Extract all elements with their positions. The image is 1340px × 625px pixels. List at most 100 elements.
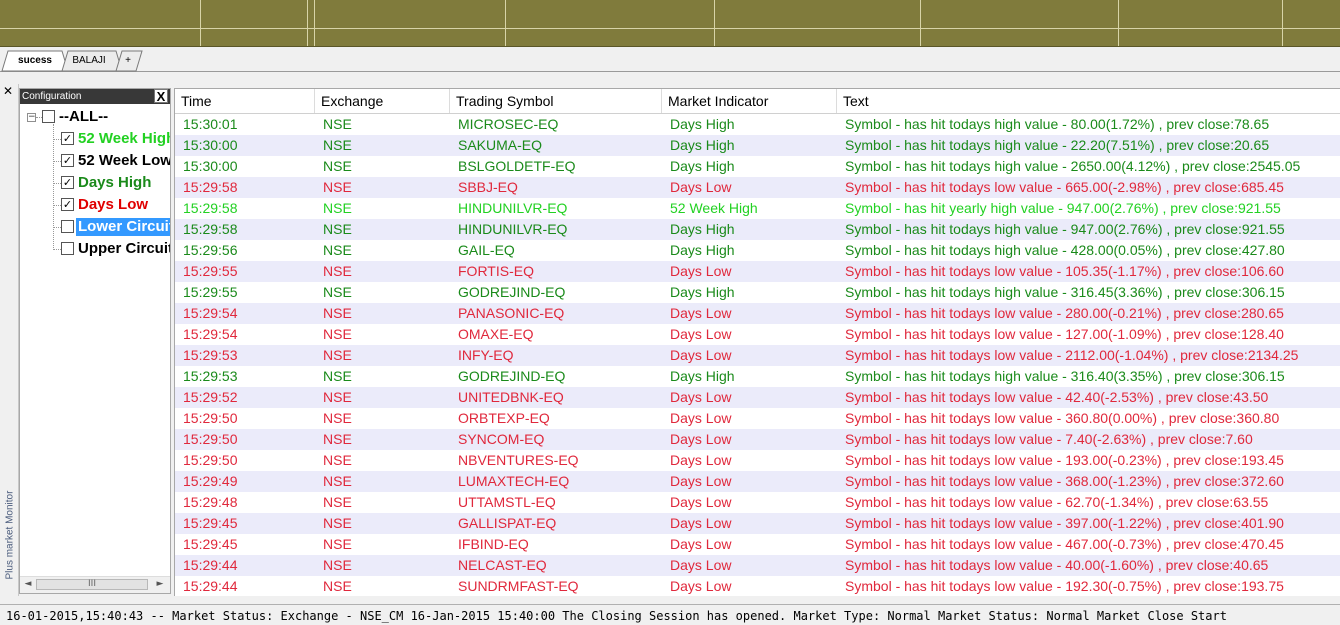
cell-exchange: NSE: [323, 557, 352, 573]
cell-trading-symbol: UTTAMSTL-EQ: [458, 494, 556, 510]
cell-market-indicator: Days Low: [670, 179, 732, 195]
table-row[interactable]: 15:29:52 NSE UNITEDBNK-EQ Days Low Symbol - …: [175, 387, 1340, 408]
table-row[interactable]: 15:29:58 NSE HINDUNILVR-EQ Days High Symbol …: [175, 219, 1340, 240]
column-header-time[interactable]: Time: [175, 89, 315, 113]
table-row[interactable]: 15:29:48 NSE UTTAMSTL-EQ Days Low Symbol - h…: [175, 492, 1340, 513]
tab-sucess[interactable]: sucess: [10, 50, 60, 71]
checkbox-upper-circuit[interactable]: [61, 242, 74, 255]
cell-trading-symbol: IFBIND-EQ: [458, 536, 529, 552]
table-row[interactable]: 15:29:54 NSE OMAXE-EQ Days Low Symbol - has …: [175, 324, 1340, 345]
cell-text: Symbol - has hit todays low value - 62.7…: [845, 494, 1269, 510]
configuration-horizontal-scrollbar[interactable]: ◄ III ►: [20, 576, 170, 593]
table-row[interactable]: 15:29:45 NSE IFBIND-EQ Days Low Symbol - has…: [175, 534, 1340, 555]
cell-text: Symbol - has hit todays low value - 368.…: [845, 473, 1284, 489]
cell-time: 15:29:58: [183, 221, 238, 237]
table-row[interactable]: 15:29:50 NSE ORBTEXP-EQ Days Low Symbol - ha…: [175, 408, 1340, 429]
table-row[interactable]: 15:29:53 NSE GODREJIND-EQ Days High Symbol -…: [175, 366, 1340, 387]
tree-connector: [53, 161, 61, 162]
tree-root-all[interactable]: − --ALL--: [20, 107, 170, 127]
top-grid-col-divider: [1282, 0, 1283, 46]
cell-text: Symbol - has hit todays high value - 22.…: [845, 137, 1270, 153]
top-grid-col-divider: [714, 0, 715, 46]
cell-time: 15:29:56: [183, 242, 238, 258]
tree-connector: [53, 183, 61, 184]
table-row[interactable]: 15:29:55 NSE FORTIS-EQ Days Low Symbol - has…: [175, 261, 1340, 282]
plus-market-monitor-tab[interactable]: Plus market Monitor: [5, 480, 16, 580]
label-52-week-low: 52 Week Low: [78, 152, 171, 169]
all-checkbox[interactable]: [42, 110, 55, 123]
cell-time: 15:29:58: [183, 200, 238, 216]
cell-trading-symbol: FORTIS-EQ: [458, 263, 534, 279]
configuration-close-button[interactable]: X: [154, 89, 168, 103]
cell-trading-symbol: MICROSEC-EQ: [458, 116, 559, 132]
cell-exchange: NSE: [323, 389, 352, 405]
filter-52-week-low[interactable]: ✓ 52 Week Low: [20, 151, 171, 171]
table-row[interactable]: 15:29:44 NSE NELCAST-EQ Days Low Symbol - ha…: [175, 555, 1340, 576]
table-row[interactable]: 15:29:50 NSE NBVENTURES-EQ Days Low Symbol -…: [175, 450, 1340, 471]
table-row[interactable]: 15:29:54 NSE PANASONIC-EQ Days Low Symbol - …: [175, 303, 1340, 324]
cell-text: Symbol - has hit todays high value - 316…: [845, 284, 1285, 300]
cell-exchange: NSE: [323, 326, 352, 342]
cell-time: 15:30:01: [183, 116, 238, 132]
filter-lower-circuit[interactable]: Lower Circuit: [20, 217, 170, 237]
cell-market-indicator: Days Low: [670, 263, 732, 279]
collapse-icon[interactable]: −: [27, 113, 36, 122]
label-days-high: Days High: [78, 174, 152, 191]
table-row[interactable]: 15:29:49 NSE LUMAXTECH-EQ Days Low Symbol - …: [175, 471, 1340, 492]
all-label: --ALL--: [59, 108, 109, 125]
cell-market-indicator: 52 Week High: [670, 200, 758, 216]
cell-text: Symbol - has hit todays low value - 360.…: [845, 410, 1280, 426]
table-row[interactable]: 15:29:45 NSE GALLISPAT-EQ Days Low Symbol - …: [175, 513, 1340, 534]
cell-time: 15:29:45: [183, 515, 238, 531]
filter-52-week-high[interactable]: ✓ 52 Week High: [20, 129, 170, 149]
table-row[interactable]: 15:29:50 NSE SYNCOM-EQ Days Low Symbol - has…: [175, 429, 1340, 450]
cell-exchange: NSE: [323, 263, 352, 279]
cell-exchange: NSE: [323, 368, 352, 384]
filter-days-high[interactable]: ✓ Days High: [20, 173, 170, 193]
tree-connector: [53, 227, 61, 228]
column-header-trading-symbol[interactable]: Trading Symbol: [450, 89, 662, 113]
cell-market-indicator: Days High: [670, 137, 735, 153]
dock-close-icon[interactable]: ✕: [3, 84, 13, 98]
cell-time: 15:29:50: [183, 431, 238, 447]
checkbox-52-week-low[interactable]: ✓: [61, 154, 74, 167]
table-row[interactable]: 15:30:00 NSE BSLGOLDETF-EQ Days High Symbol …: [175, 156, 1340, 177]
scroll-right-icon[interactable]: ►: [154, 579, 166, 589]
market-monitor-grid[interactable]: Time Exchange Trading Symbol Market Indi…: [174, 88, 1340, 596]
table-row[interactable]: 15:29:55 NSE GODREJIND-EQ Days High Symbol -…: [175, 282, 1340, 303]
checkbox-52-week-high[interactable]: ✓: [61, 132, 74, 145]
scroll-left-icon[interactable]: ◄: [22, 579, 34, 589]
table-row[interactable]: 15:29:44 NSE SUNDRMFAST-EQ Days Low Symbol -…: [175, 576, 1340, 596]
cell-time: 15:29:58: [183, 179, 238, 195]
column-header-exchange[interactable]: Exchange: [315, 89, 450, 113]
cell-time: 15:29:44: [183, 578, 238, 594]
cell-exchange: NSE: [323, 473, 352, 489]
top-watch-grid[interactable]: [0, 0, 1340, 47]
top-grid-col-divider: [505, 0, 506, 46]
table-row[interactable]: 15:29:58 NSE SBBJ-EQ Days Low Symbol - has h…: [175, 177, 1340, 198]
cell-trading-symbol: GODREJIND-EQ: [458, 368, 566, 384]
table-row[interactable]: 15:30:00 NSE SAKUMA-EQ Days High Symbol - ha…: [175, 135, 1340, 156]
cell-trading-symbol: HINDUNILVR-EQ: [458, 200, 568, 216]
add-tab-button[interactable]: +: [121, 50, 135, 71]
cell-exchange: NSE: [323, 410, 352, 426]
table-row[interactable]: 15:29:56 NSE GAIL-EQ Days High Symbol - has …: [175, 240, 1340, 261]
checkbox-days-high[interactable]: ✓: [61, 176, 74, 189]
workspace-tab-bar: sucess BALAJI +: [0, 47, 1340, 73]
column-header-market-indicator[interactable]: Market Indicator: [662, 89, 837, 113]
table-row[interactable]: 15:29:58 NSE HINDUNILVR-EQ 52 Week High Symb…: [175, 198, 1340, 219]
cell-text: Symbol - has hit todays low value - 665.…: [845, 179, 1284, 195]
table-row[interactable]: 15:29:53 NSE INFY-EQ Days Low Symbol - has h…: [175, 345, 1340, 366]
filter-days-low[interactable]: ✓ Days Low: [20, 195, 170, 215]
checkbox-days-low[interactable]: ✓: [61, 198, 74, 211]
filter-upper-circuit[interactable]: Upper Circuit: [20, 239, 170, 259]
tab-balaji[interactable]: BALAJI: [66, 50, 112, 71]
column-header-text[interactable]: Text: [837, 89, 1340, 113]
cell-trading-symbol: SYNCOM-EQ: [458, 431, 545, 447]
cell-time: 15:29:44: [183, 557, 238, 573]
cell-market-indicator: Days Low: [670, 452, 732, 468]
scroll-thumb[interactable]: III: [36, 579, 148, 590]
cell-text: Symbol - has hit todays high value - 428…: [845, 242, 1285, 258]
checkbox-lower-circuit[interactable]: [61, 220, 74, 233]
table-row[interactable]: 15:30:01 NSE MICROSEC-EQ Days High Symbol - …: [175, 114, 1340, 135]
